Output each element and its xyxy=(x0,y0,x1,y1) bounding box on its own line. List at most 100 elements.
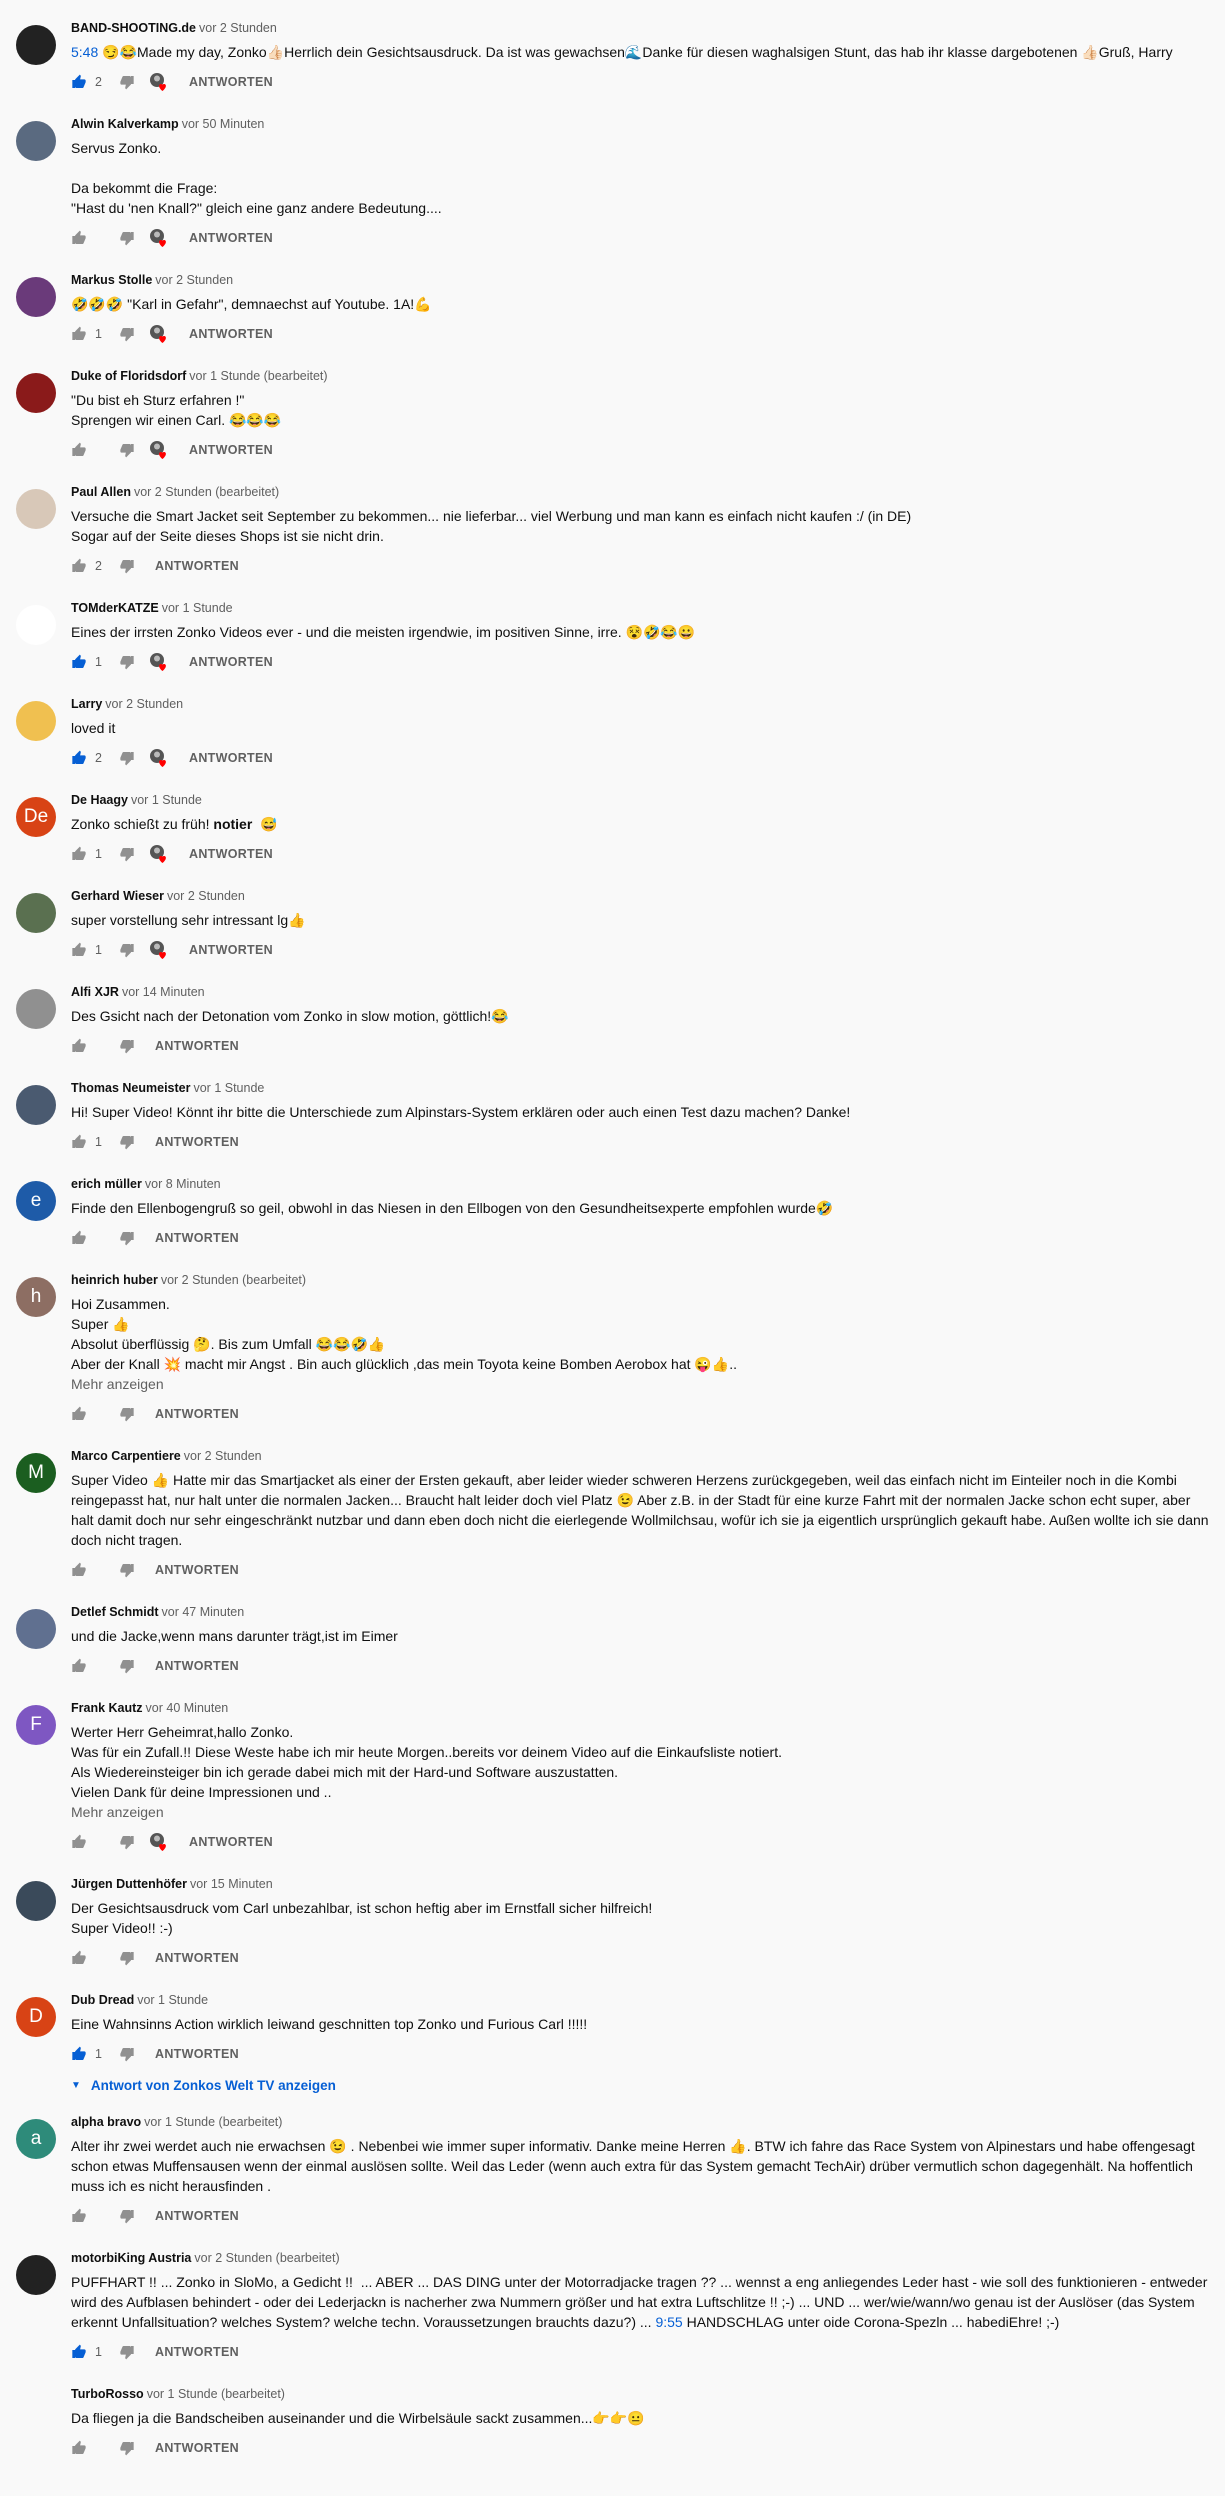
avatar[interactable]: e xyxy=(16,1181,56,1221)
author-name[interactable]: Paul Allen xyxy=(71,485,131,499)
dislike-button[interactable] xyxy=(119,1834,135,1850)
dislike-button[interactable] xyxy=(119,2208,135,2224)
author-name[interactable]: Thomas Neumeister xyxy=(71,1081,190,1095)
reply-button[interactable]: ANTWORTEN xyxy=(155,1135,239,1149)
dislike-button[interactable] xyxy=(119,326,135,342)
author-name[interactable]: De Haagy xyxy=(71,793,128,807)
author-name[interactable]: heinrich huber xyxy=(71,1273,158,1287)
author-name[interactable]: Frank Kautz xyxy=(71,1701,143,1715)
avatar[interactable]: h xyxy=(16,1277,56,1317)
comment-time[interactable]: vor 1 Stunde (bearbeitet) xyxy=(189,369,327,383)
like-button[interactable] xyxy=(71,2440,87,2456)
comment-time[interactable]: vor 2 Stunden xyxy=(167,889,245,903)
dislike-button[interactable] xyxy=(119,1562,135,1578)
avatar[interactable] xyxy=(16,701,56,741)
timestamp-link[interactable]: 5:48 xyxy=(71,44,98,60)
dislike-button[interactable] xyxy=(119,1038,135,1054)
like-button[interactable] xyxy=(71,846,87,862)
dislike-button[interactable] xyxy=(119,750,135,766)
author-name[interactable]: BAND-SHOOTING.de xyxy=(71,21,196,35)
reply-button[interactable]: ANTWORTEN xyxy=(189,75,273,89)
author-name[interactable]: Alwin Kalverkamp xyxy=(71,117,179,131)
reply-button[interactable]: ANTWORTEN xyxy=(155,2345,239,2359)
author-name[interactable]: erich müller xyxy=(71,1177,142,1191)
dislike-button[interactable] xyxy=(119,654,135,670)
avatar[interactable] xyxy=(16,1085,56,1125)
read-more-link[interactable]: Mehr anzeigen xyxy=(71,1802,1209,1822)
comment-time[interactable]: vor 40 Minuten xyxy=(146,1701,229,1715)
reply-button[interactable]: ANTWORTEN xyxy=(189,847,273,861)
avatar[interactable] xyxy=(16,25,56,65)
comment-time[interactable]: vor 50 Minuten xyxy=(182,117,265,131)
comment-time[interactable]: vor 2 Stunden (bearbeitet) xyxy=(134,485,279,499)
reply-button[interactable]: ANTWORTEN xyxy=(155,1951,239,1965)
comment-time[interactable]: vor 15 Minuten xyxy=(190,1877,273,1891)
like-button[interactable] xyxy=(71,326,87,342)
reply-button[interactable]: ANTWORTEN xyxy=(155,2441,239,2455)
reply-button[interactable]: ANTWORTEN xyxy=(155,1231,239,1245)
read-more-link[interactable]: Mehr anzeigen xyxy=(71,1374,1209,1394)
avatar[interactable]: D xyxy=(16,1997,56,2037)
show-replies-button[interactable]: ▼ Antwort von Zonkos Welt TV anzeigen xyxy=(71,2074,1209,2096)
author-name[interactable]: alpha bravo xyxy=(71,2115,141,2129)
reply-button[interactable]: ANTWORTEN xyxy=(155,2209,239,2223)
like-button[interactable] xyxy=(71,1230,87,1246)
reply-button[interactable]: ANTWORTEN xyxy=(189,443,273,457)
author-name[interactable]: Alfi XJR xyxy=(71,985,119,999)
like-button[interactable] xyxy=(71,2046,87,2062)
avatar[interactable] xyxy=(16,121,56,161)
like-button[interactable] xyxy=(71,1134,87,1150)
like-button[interactable] xyxy=(71,1950,87,1966)
comment-time[interactable]: vor 1 Stunde xyxy=(137,1993,208,2007)
reply-button[interactable]: ANTWORTEN xyxy=(155,1563,239,1577)
author-name[interactable]: Marco Carpentiere xyxy=(71,1449,181,1463)
reply-button[interactable]: ANTWORTEN xyxy=(189,231,273,245)
avatar[interactable] xyxy=(16,989,56,1029)
reply-button[interactable]: ANTWORTEN xyxy=(189,943,273,957)
avatar[interactable]: a xyxy=(16,2119,56,2159)
like-button[interactable] xyxy=(71,442,87,458)
dislike-button[interactable] xyxy=(119,846,135,862)
like-button[interactable] xyxy=(71,1658,87,1674)
avatar[interactable]: M xyxy=(16,1453,56,1493)
dislike-button[interactable] xyxy=(119,1950,135,1966)
author-name[interactable]: Jürgen Duttenhöfer xyxy=(71,1877,187,1891)
reply-button[interactable]: ANTWORTEN xyxy=(189,655,273,669)
reply-button[interactable]: ANTWORTEN xyxy=(189,327,273,341)
like-button[interactable] xyxy=(71,1562,87,1578)
like-button[interactable] xyxy=(71,230,87,246)
avatar[interactable] xyxy=(16,605,56,645)
reply-button[interactable]: ANTWORTEN xyxy=(189,1835,273,1849)
dislike-button[interactable] xyxy=(119,1658,135,1674)
comment-time[interactable]: vor 2 Stunden xyxy=(105,697,183,711)
dislike-button[interactable] xyxy=(119,942,135,958)
like-button[interactable] xyxy=(71,1834,87,1850)
like-button[interactable] xyxy=(71,654,87,670)
author-name[interactable]: motorbiKing Austria xyxy=(71,2251,191,2265)
dislike-button[interactable] xyxy=(119,2344,135,2360)
author-name[interactable]: TurboRosso xyxy=(71,2387,144,2401)
like-button[interactable] xyxy=(71,1406,87,1422)
author-name[interactable]: Markus Stolle xyxy=(71,273,152,287)
like-button[interactable] xyxy=(71,1038,87,1054)
like-button[interactable] xyxy=(71,74,87,90)
avatar[interactable]: F xyxy=(16,1705,56,1745)
dislike-button[interactable] xyxy=(119,1134,135,1150)
avatar[interactable] xyxy=(16,2391,56,2431)
comment-time[interactable]: vor 2 Stunden xyxy=(155,273,233,287)
like-button[interactable] xyxy=(71,558,87,574)
dislike-button[interactable] xyxy=(119,74,135,90)
author-name[interactable]: Detlef Schmidt xyxy=(71,1605,159,1619)
comment-time[interactable]: vor 1 Stunde (bearbeitet) xyxy=(147,2387,285,2401)
dislike-button[interactable] xyxy=(119,442,135,458)
reply-button[interactable]: ANTWORTEN xyxy=(155,1039,239,1053)
reply-button[interactable]: ANTWORTEN xyxy=(155,1407,239,1421)
comment-time[interactable]: vor 8 Minuten xyxy=(145,1177,221,1191)
avatar[interactable]: De xyxy=(16,797,56,837)
comment-time[interactable]: vor 1 Stunde xyxy=(131,793,202,807)
avatar[interactable] xyxy=(16,893,56,933)
author-name[interactable]: Larry xyxy=(71,697,102,711)
dislike-button[interactable] xyxy=(119,1406,135,1422)
timestamp-link[interactable]: 9:55 xyxy=(655,2314,682,2330)
reply-button[interactable]: ANTWORTEN xyxy=(155,559,239,573)
